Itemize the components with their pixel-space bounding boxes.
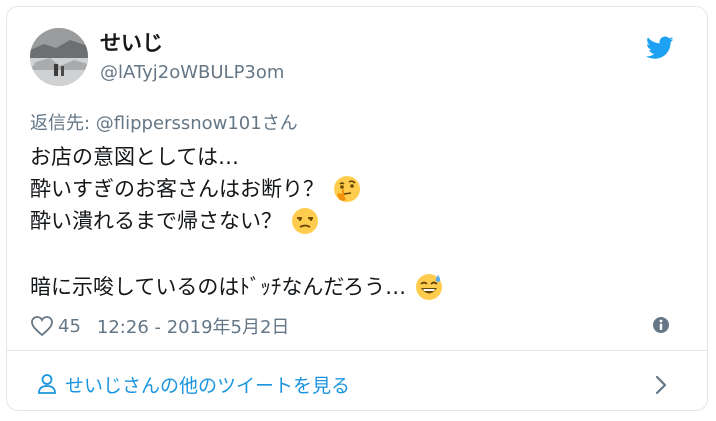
info-icon[interactable] bbox=[651, 315, 671, 335]
tweet-text: 酔い潰れるまで帰さない？ bbox=[30, 209, 282, 233]
chevron-right-icon[interactable] bbox=[654, 374, 668, 396]
unamused-face-icon bbox=[292, 208, 318, 234]
heart-icon[interactable] bbox=[30, 315, 54, 337]
grinning-sweat-face-icon bbox=[416, 274, 443, 300]
divider bbox=[6, 350, 708, 351]
tweet-text-line: 暗に示唆しているのはﾄﾞｯﾁなんだろう… bbox=[30, 272, 444, 302]
tweet-meta: 45 12:26 - 2019年5月2日 bbox=[30, 313, 289, 339]
more-tweets-label[interactable]: せいじさんの他のツイートを見る bbox=[65, 371, 350, 398]
twitter-bird-icon[interactable] bbox=[646, 36, 674, 60]
tweet-text: 酔いすぎのお客さんはお断り？ bbox=[30, 177, 324, 201]
tweet-text: お店の意図としては… bbox=[30, 145, 239, 169]
like-count[interactable]: 45 bbox=[58, 316, 81, 337]
tweet-text-line: 酔いすぎのお客さんはお断り？ bbox=[30, 174, 362, 204]
thinking-face-icon bbox=[334, 176, 360, 202]
tweet-timestamp[interactable]: 12:26 - 2019年5月2日 bbox=[97, 313, 290, 339]
avatar-image bbox=[30, 28, 88, 86]
reply-to-label[interactable]: 返信先: @flipperssnow101さん bbox=[30, 112, 298, 136]
author-display-name[interactable]: せいじ bbox=[100, 30, 163, 56]
person-icon bbox=[38, 374, 56, 394]
more-tweets-link[interactable]: せいじさんの他のツイートを見る bbox=[37, 369, 350, 399]
tweet-text-line: お店の意図としては… bbox=[30, 143, 239, 171]
tweet-text: 暗に示唆しているのはﾄﾞｯﾁなんだろう… bbox=[30, 275, 407, 299]
tweet-text-line: 酔い潰れるまで帰さない？ bbox=[30, 206, 320, 236]
avatar[interactable] bbox=[30, 28, 88, 86]
author-handle[interactable]: @lATyj2oWBULP3om bbox=[100, 62, 284, 84]
